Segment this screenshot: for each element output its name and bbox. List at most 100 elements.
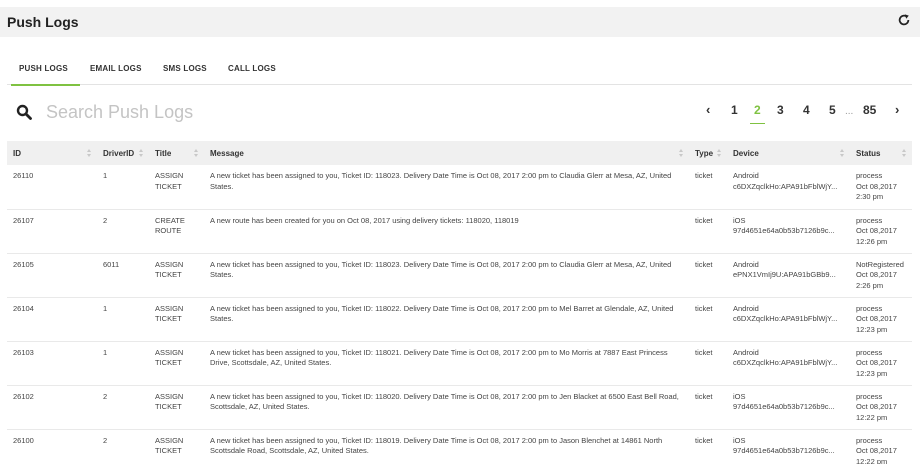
title-line: CREATE: [155, 215, 185, 225]
title-line: ASSIGN: [155, 259, 184, 269]
title-line: TICKET: [155, 358, 182, 367]
push-logs-table: ID DriverID Title Message Type Device St…: [7, 141, 912, 464]
pagination-ellipsis: ...: [845, 106, 854, 117]
column-header-driverid[interactable]: DriverID: [97, 141, 149, 165]
cell-device: Android ePNX1VmIj9U:APA91bGBb9...: [727, 252, 850, 297]
column-header-message[interactable]: Message: [204, 141, 689, 165]
cell-title: ASSIGN TICKET: [149, 165, 204, 209]
cell-device: iOS 97d4651e64a0b53b7126b9c...: [727, 208, 850, 253]
refresh-icon[interactable]: [897, 13, 911, 27]
status-value: process: [856, 347, 883, 357]
title-line: TICKET: [155, 402, 182, 411]
cell-message: A new ticket has been assigned to you, T…: [204, 252, 689, 297]
status-time: 2:26 pm: [856, 280, 884, 290]
cell-type: ticket: [689, 428, 727, 464]
cell-driver-id: 2: [97, 428, 149, 464]
cell-type: ticket: [695, 171, 713, 180]
page-85-button[interactable]: 85: [863, 103, 876, 117]
status-time: 2:30 pm: [856, 192, 884, 201]
cell-status: process Oct 08,2017 12:22 pm: [850, 428, 912, 464]
column-header-type[interactable]: Type: [689, 141, 727, 165]
table-row[interactable]: 26107 2 CREATE ROUTE A new route has been cr…: [7, 208, 912, 253]
cell-title: ASSIGN TICKET: [149, 384, 204, 429]
tab-email-logs[interactable]: EMAIL LOGS: [90, 64, 142, 73]
cell-title: CREATE ROUTE: [149, 208, 204, 253]
device-token: 97d4651e64a0b53b7126b9c...: [733, 402, 835, 411]
sort-icon: [902, 149, 906, 157]
status-date: Oct 08,2017: [856, 358, 897, 367]
cell-message: A new route has been created for you on …: [204, 208, 689, 253]
column-header-title[interactable]: Title: [149, 141, 204, 165]
cell-device: Android c6DXZqclkHo:APA91bFblWjY...: [727, 340, 850, 385]
cell-id: 26100: [7, 428, 97, 464]
cell-message: A new ticket has been assigned to you, T…: [210, 171, 672, 191]
device-token: 97d4651e64a0b53b7126b9c...: [733, 446, 835, 455]
cell-driver-id: 2: [97, 384, 149, 429]
cell-device: iOS 97d4651e64a0b53b7126b9c...: [727, 428, 850, 464]
cell-status: NotRegistered Oct 08,2017 2:26 pm: [850, 252, 912, 297]
cell-driver-id: 1: [97, 296, 149, 341]
title-line: ASSIGN: [155, 347, 184, 357]
page-1-button[interactable]: 1: [731, 103, 738, 117]
sort-icon: [194, 149, 198, 157]
table-row[interactable]: 26102 2 ASSIGN TICKET A new ticket has been …: [7, 384, 912, 429]
tab-call-logs[interactable]: CALL LOGS: [228, 64, 276, 73]
cell-type: ticket: [689, 208, 727, 253]
device-platform: Android: [733, 259, 759, 269]
device-token: c6DXZqclkHo:APA91bFblWjY...: [733, 358, 838, 367]
column-header-status[interactable]: Status: [850, 141, 912, 165]
table-row[interactable]: 26104 1 ASSIGN TICKET A new ticket has been …: [7, 296, 912, 341]
cell-type: ticket: [689, 340, 727, 385]
cell-device: Android c6DXZqclkHo:APA91bFblWjY...: [727, 296, 850, 341]
title-line: ASSIGN: [155, 303, 184, 313]
title-line: TICKET: [155, 270, 182, 279]
title-line: ASSIGN: [155, 391, 184, 401]
tab-sms-logs[interactable]: SMS LOGS: [163, 64, 207, 73]
column-header-id[interactable]: ID: [7, 141, 97, 165]
page-3-button[interactable]: 3: [777, 103, 784, 117]
cell-status: process Oct 08,2017 12:26 pm: [850, 208, 912, 253]
status-value: process: [856, 303, 883, 313]
status-time: 12:22 pm: [856, 456, 888, 464]
page-5-button[interactable]: 5: [829, 103, 836, 117]
column-header-device[interactable]: Device: [727, 141, 850, 165]
device-platform: iOS: [733, 391, 746, 401]
status-value: process: [856, 391, 883, 401]
device-platform: Android: [733, 303, 759, 313]
cell-type: ticket: [689, 252, 727, 297]
sort-icon: [679, 149, 683, 157]
title-line: ROUTE: [155, 226, 182, 235]
cell-type: ticket: [689, 296, 727, 341]
device-token: 97d4651e64a0b53b7126b9c...: [733, 226, 835, 235]
log-tabs: PUSH LOGS EMAIL LOGS SMS LOGS CALL LOGS: [7, 56, 912, 86]
sort-icon: [87, 149, 91, 157]
cell-status: process Oct 08,2017 12:22 pm: [850, 384, 912, 429]
device-token: c6DXZqclkHo:APA91bFblWjY...: [733, 181, 838, 191]
cell-title: ASSIGN TICKET: [149, 340, 204, 385]
status-time: 12:22 pm: [856, 412, 888, 422]
page-4-button[interactable]: 4: [803, 103, 810, 117]
status-date: Oct 08,2017: [856, 402, 897, 411]
title-line: TICKET: [155, 181, 182, 191]
table-row[interactable]: 26110 1 ASSIGN TICKET A new ticket has been …: [7, 165, 912, 209]
tab-push-logs[interactable]: PUSH LOGS: [11, 64, 80, 86]
status-time: 12:23 pm: [856, 324, 888, 334]
status-date: Oct 08,2017: [856, 314, 897, 323]
cell-id: 26102: [7, 384, 97, 429]
cell-id: 26105: [7, 252, 97, 297]
table-row[interactable]: 26103 1 ASSIGN TICKET A new ticket has been …: [7, 340, 912, 385]
page-title: Push Logs: [7, 14, 79, 30]
cell-status: process Oct 08,2017 12:23 pm: [850, 340, 912, 385]
next-page-button[interactable]: ›: [895, 102, 899, 117]
title-line: TICKET: [155, 314, 182, 323]
cell-title: ASSIGN TICKET: [149, 296, 204, 341]
table-row[interactable]: 26100 2 ASSIGN TICKET A new ticket has been …: [7, 428, 912, 464]
prev-page-button[interactable]: ‹: [706, 102, 710, 117]
cell-status: process Oct 08,2017 2:30 pm: [850, 165, 912, 209]
cell-driver-id: 1: [103, 171, 108, 180]
status-date: Oct 08,2017: [856, 446, 897, 455]
page-2-button[interactable]: 2: [750, 103, 765, 124]
cell-message: A new ticket has been assigned to you, T…: [204, 296, 689, 341]
device-token: ePNX1VmIj9U:APA91bGBb9...: [733, 270, 836, 279]
table-row[interactable]: 26105 6011 ASSIGN TICKET A new ticket has be…: [7, 252, 912, 297]
